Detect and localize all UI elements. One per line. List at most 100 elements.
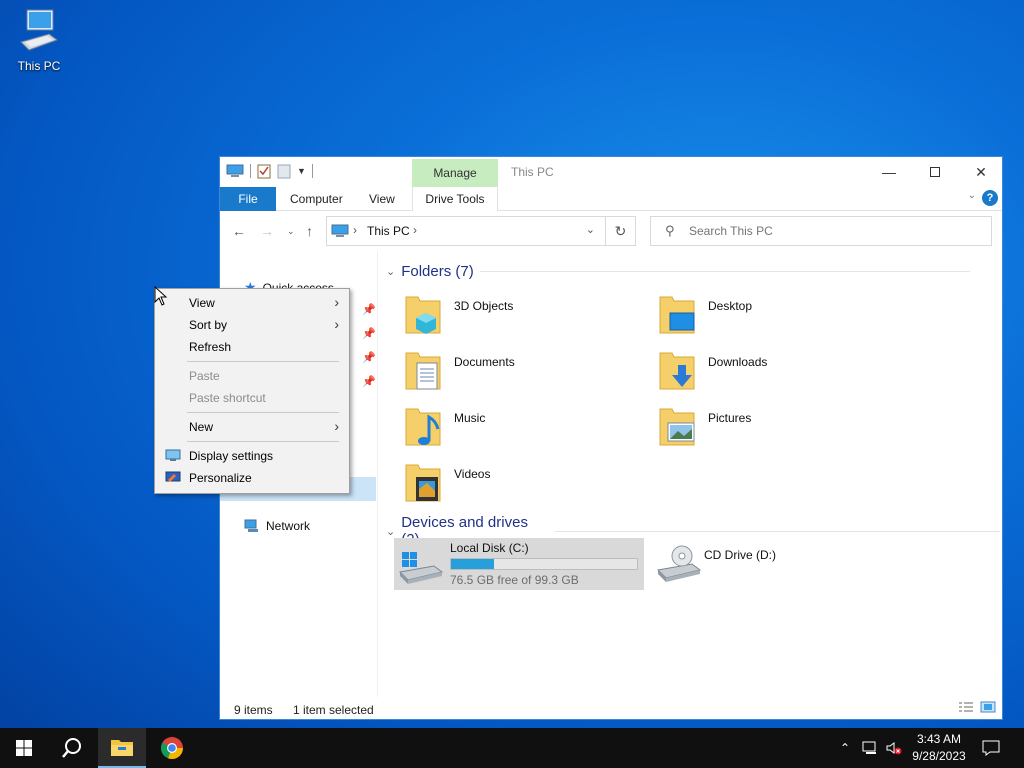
details-view-icon[interactable] <box>958 701 974 713</box>
nav-item-network[interactable]: Network <box>244 519 310 533</box>
folder-pictures[interactable]: Pictures <box>652 403 892 453</box>
tab-view[interactable]: View <box>369 187 395 211</box>
recent-locations-icon[interactable]: ⌄ <box>287 226 295 237</box>
menu-item-view[interactable]: View › <box>155 292 349 314</box>
navigation-bar: ← → ⌄ ↑ › This PC › ⌄ ↻ ⚲ <box>220 211 1002 251</box>
documents-icon <box>405 352 441 390</box>
file-explorer-icon <box>111 740 133 756</box>
start-button[interactable] <box>0 728 48 768</box>
content-pane: ⌄ Folders (7) 3D Objects Desktop Documen… <box>380 251 1000 697</box>
expand-ribbon-icon[interactable]: ⌄ <box>968 190 976 201</box>
menu-separator <box>187 441 339 442</box>
network-icon <box>244 519 258 532</box>
network-tray-button[interactable] <box>862 728 880 768</box>
search-icon <box>62 738 81 758</box>
breadcrumb-chevron-icon[interactable]: › <box>413 223 417 237</box>
ribbon-tabs: File Computer View Drive Tools <box>220 187 1002 211</box>
up-arrow-icon[interactable]: ↑ <box>306 223 313 239</box>
menu-separator <box>187 361 339 362</box>
menu-item-new[interactable]: New › <box>155 416 349 438</box>
tab-computer[interactable]: Computer <box>290 187 343 211</box>
notifications-button[interactable] <box>982 728 1000 768</box>
videos-icon <box>405 464 441 502</box>
breadcrumb-chevron-icon[interactable]: › <box>353 223 357 237</box>
new-folder-icon[interactable] <box>277 163 291 179</box>
back-arrow-icon[interactable]: ← <box>232 223 246 239</box>
customize-toolbar-icon[interactable]: ▼ <box>297 166 306 176</box>
forward-arrow-icon[interactable]: → <box>260 223 274 239</box>
display-settings-icon <box>165 449 181 461</box>
minimize-button[interactable]: — <box>866 157 912 187</box>
group-divider <box>479 271 970 272</box>
menu-item-refresh[interactable]: Refresh <box>155 336 349 358</box>
view-toggle <box>958 701 996 713</box>
folder-documents[interactable]: Documents <box>398 347 638 397</box>
collapse-chevron-icon: ⌄ <box>386 266 396 278</box>
volume-tray-button[interactable] <box>886 728 902 768</box>
address-bar[interactable]: › This PC › ⌄ <box>326 216 606 246</box>
drive-local-disk-c[interactable]: Local Disk (C:) 76.5 GB free of 99.3 GB <box>394 538 644 590</box>
desktop-icon-this-pc[interactable]: This PC <box>10 8 68 73</box>
mouse-cursor-icon <box>154 286 168 306</box>
clock[interactable]: 3:43 AM 9/28/2023 <box>904 731 974 765</box>
volume-muted-icon <box>886 742 902 755</box>
this-pc-icon <box>20 9 59 51</box>
drive-name: CD Drive (D:) <box>704 548 776 562</box>
tab-manage[interactable]: Manage <box>412 159 498 187</box>
maximize-button[interactable] <box>912 157 958 187</box>
downloads-icon <box>659 352 695 390</box>
tab-file[interactable]: File <box>220 187 276 211</box>
tab-drive-tools[interactable]: Drive Tools <box>412 187 498 211</box>
folder-videos[interactable]: Videos <box>398 459 638 509</box>
menu-item-paste-shortcut[interactable]: Paste shortcut <box>155 387 349 409</box>
folder-desktop[interactable]: Desktop <box>652 291 892 341</box>
menu-item-label: View <box>189 296 215 310</box>
breadcrumb-this-pc[interactable]: This PC <box>367 224 410 238</box>
search-input[interactable] <box>689 223 979 239</box>
file-explorer-taskbar-button[interactable] <box>98 728 146 768</box>
submenu-arrow-icon: › <box>334 418 339 434</box>
cd-drive-icon <box>656 545 702 582</box>
local-disk-icon <box>398 552 444 584</box>
drive-cd-d[interactable]: CD Drive (D:) <box>652 538 902 590</box>
3d-objects-icon <box>405 296 441 334</box>
title-bar: ▼ Manage This PC — ✕ <box>220 157 1002 187</box>
menu-item-label: Paste shortcut <box>189 391 266 405</box>
group-header-folders[interactable]: ⌄ Folders (7) <box>386 263 970 280</box>
menu-item-sort-by[interactable]: Sort by › <box>155 314 349 336</box>
menu-item-label: Paste <box>189 369 220 383</box>
folder-downloads[interactable]: Downloads <box>652 347 892 397</box>
search-taskbar-button[interactable] <box>48 728 96 768</box>
menu-item-paste[interactable]: Paste <box>155 365 349 387</box>
folder-music[interactable]: Music <box>398 403 638 453</box>
folder-3d-objects[interactable]: 3D Objects <box>398 291 638 341</box>
status-bar: 9 items 1 item selected <box>220 697 1002 719</box>
large-icons-view-icon[interactable] <box>980 701 996 713</box>
properties-icon[interactable] <box>257 163 271 179</box>
address-dropdown-icon[interactable]: ⌄ <box>586 223 595 236</box>
pin-icon[interactable]: 📌 <box>362 375 376 388</box>
pin-icon[interactable]: 📌 <box>362 303 376 316</box>
refresh-icon: ↻ <box>614 223 627 239</box>
pin-icon[interactable]: 📌 <box>362 327 376 340</box>
help-button[interactable]: ? <box>982 190 998 206</box>
pictures-icon <box>659 408 695 446</box>
menu-item-display-settings[interactable]: Display settings <box>155 445 349 467</box>
close-icon: ✕ <box>975 163 987 180</box>
chrome-taskbar-button[interactable] <box>148 728 196 768</box>
group-title: Folders (7) <box>401 263 474 280</box>
pin-icon[interactable]: 📌 <box>362 351 376 364</box>
menu-separator <box>187 412 339 413</box>
refresh-button[interactable]: ↻ <box>606 216 636 246</box>
minimize-icon: — <box>882 164 896 180</box>
show-hidden-icons-button[interactable]: ⌃ <box>840 728 850 768</box>
music-icon <box>405 408 441 446</box>
drive-usage-bar <box>450 558 638 570</box>
menu-item-label: Personalize <box>189 471 252 485</box>
menu-item-label: Refresh <box>189 340 232 354</box>
menu-item-personalize[interactable]: Personalize <box>155 467 349 489</box>
clock-date: 9/28/2023 <box>912 749 966 763</box>
search-box[interactable]: ⚲ <box>650 216 992 246</box>
close-button[interactable]: ✕ <box>958 157 1002 187</box>
toolbar-separator <box>311 164 313 178</box>
